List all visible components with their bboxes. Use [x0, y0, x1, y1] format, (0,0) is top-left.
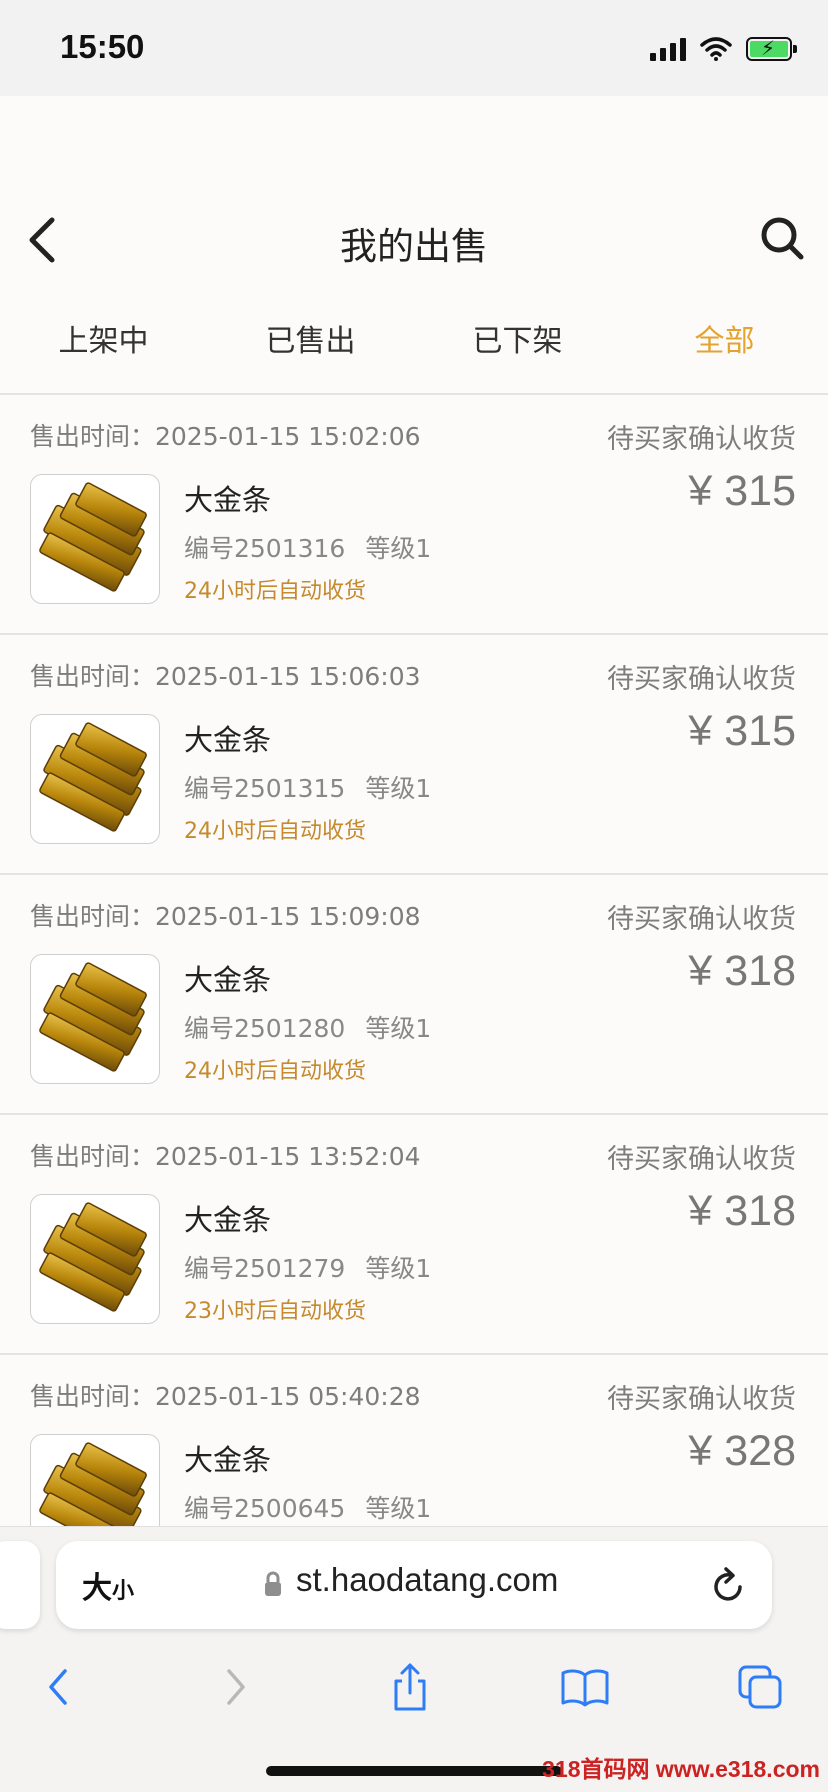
- wifi-icon: [700, 37, 732, 61]
- bookmarks-button[interactable]: [545, 1656, 625, 1718]
- gold-bars-image: [39, 1202, 147, 1312]
- auto-receive-note: 24小时后自动收货: [184, 1059, 366, 1084]
- browser-back-button[interactable]: [18, 1656, 98, 1718]
- gold-bar-thumbnail[interactable]: [30, 474, 160, 604]
- item-name: 大金条: [184, 963, 272, 997]
- item-meta: 编号2501315 等级1: [184, 769, 431, 805]
- auto-receive-note: 23小时后自动收货: [184, 1299, 366, 1324]
- tab-all[interactable]: 全部: [621, 312, 828, 384]
- sold-time: 售出时间：2025-01-15 15:06:03: [30, 662, 421, 691]
- item-price: ¥ 318: [688, 947, 796, 995]
- status-icons: ⚡: [650, 34, 797, 64]
- reload-icon[interactable]: [708, 1563, 748, 1607]
- item-level: 等级1: [365, 534, 432, 563]
- nav-bar: 我的出售: [0, 190, 828, 290]
- item-name: 大金条: [184, 723, 272, 757]
- watermark: 318首码网 www.e318.com: [542, 1756, 820, 1782]
- order-status: 待买家确认收货: [607, 664, 796, 695]
- order-status: 待买家确认收货: [607, 904, 796, 935]
- item-serial: 编号2500645: [184, 1494, 346, 1523]
- cellular-signal-icon: [650, 37, 686, 61]
- item-name: 大金条: [184, 1203, 272, 1237]
- sold-time: 售出时间：2025-01-15 05:40:28: [30, 1382, 421, 1411]
- sold-time: 售出时间：2025-01-15 15:09:08: [30, 902, 421, 931]
- item-meta: 编号2500645 等级1: [184, 1489, 431, 1525]
- browser-url-area: 大小 st.haodatang.com: [0, 1526, 828, 1649]
- sold-time: 售出时间：2025-01-15 13:52:04: [30, 1142, 421, 1171]
- browser-toolbar: 318首码网 www.e318.com: [0, 1648, 828, 1792]
- tab-sold[interactable]: 已售出: [207, 312, 414, 384]
- browser-forward-button[interactable]: [196, 1656, 276, 1718]
- sold-time: 售出时间：2025-01-15 15:02:06: [30, 422, 421, 451]
- item-price: ¥ 315: [688, 467, 796, 515]
- order-item[interactable]: 售出时间：2025-01-15 15:02:06 待买家确认收货 大金条 编号2…: [0, 395, 828, 635]
- search-icon[interactable]: [758, 214, 806, 262]
- item-level: 等级1: [365, 774, 432, 803]
- gold-bar-thumbnail[interactable]: [30, 714, 160, 844]
- item-serial: 编号2501279: [184, 1254, 346, 1283]
- item-serial: 编号2501315: [184, 774, 346, 803]
- item-meta: 编号2501279 等级1: [184, 1249, 431, 1285]
- gold-bar-thumbnail[interactable]: [30, 954, 160, 1084]
- gold-bars-image: [39, 962, 147, 1072]
- auto-receive-note: 24小时后自动收货: [184, 819, 366, 844]
- tab-on-sale[interactable]: 上架中: [0, 312, 207, 384]
- text-size-small: 小: [112, 1579, 135, 1604]
- item-meta: 编号2501280 等级1: [184, 1009, 431, 1045]
- book-icon: [561, 1669, 609, 1707]
- status-bar: 15:50 ⚡: [0, 0, 828, 96]
- address-bar[interactable]: 大小 st.haodatang.com: [56, 1541, 772, 1629]
- item-name: 大金条: [184, 483, 272, 517]
- url-text: st.haodatang.com: [296, 1561, 559, 1598]
- page-title: 我的出售: [340, 225, 488, 268]
- item-price: ¥ 328: [688, 1427, 796, 1475]
- battery-charging-icon: ⚡: [746, 36, 797, 61]
- status-time: 15:50: [60, 28, 145, 65]
- item-serial: 编号2501280: [184, 1014, 346, 1043]
- gold-bar-thumbnail[interactable]: [30, 1194, 160, 1324]
- previous-tab-card[interactable]: [0, 1541, 40, 1629]
- tabs-icon: [738, 1665, 782, 1709]
- item-level: 等级1: [365, 1014, 432, 1043]
- item-meta: 编号2501316 等级1: [184, 529, 431, 565]
- order-status: 待买家确认收货: [607, 424, 796, 455]
- item-name: 大金条: [184, 1443, 272, 1477]
- filter-tabs: 上架中 已售出 已下架 全部: [0, 312, 828, 384]
- text-size-button[interactable]: 大小: [82, 1563, 134, 1607]
- item-serial: 编号2501316: [184, 534, 346, 563]
- item-level: 等级1: [365, 1494, 432, 1523]
- item-level: 等级1: [365, 1254, 432, 1283]
- item-price: ¥ 315: [688, 707, 796, 755]
- share-icon: [394, 1663, 426, 1711]
- tab-delisted[interactable]: 已下架: [414, 312, 621, 384]
- tabs-button[interactable]: [720, 1656, 800, 1718]
- home-indicator: [266, 1766, 562, 1776]
- auto-receive-note: 24小时后自动收货: [184, 579, 366, 604]
- lock-icon: [265, 1571, 281, 1596]
- chevron-right-icon: [227, 1669, 245, 1705]
- item-price: ¥ 318: [688, 1187, 796, 1235]
- gold-bars-image: [39, 722, 147, 832]
- order-list: 售出时间：2025-01-15 15:02:06 待买家确认收货 大金条 编号2…: [0, 395, 828, 1595]
- order-item[interactable]: 售出时间：2025-01-15 15:09:08 待买家确认收货 大金条 编号2…: [0, 875, 828, 1115]
- chevron-left-icon: [49, 1669, 67, 1705]
- order-status: 待买家确认收货: [607, 1384, 796, 1415]
- order-status: 待买家确认收货: [607, 1144, 796, 1175]
- share-button[interactable]: [370, 1656, 450, 1718]
- gold-bars-image: [39, 482, 147, 592]
- text-size-big: 大: [82, 1571, 112, 1606]
- order-item[interactable]: 售出时间：2025-01-15 15:06:03 待买家确认收货 大金条 编号2…: [0, 635, 828, 875]
- order-item[interactable]: 售出时间：2025-01-15 13:52:04 待买家确认收货 大金条 编号2…: [0, 1115, 828, 1355]
